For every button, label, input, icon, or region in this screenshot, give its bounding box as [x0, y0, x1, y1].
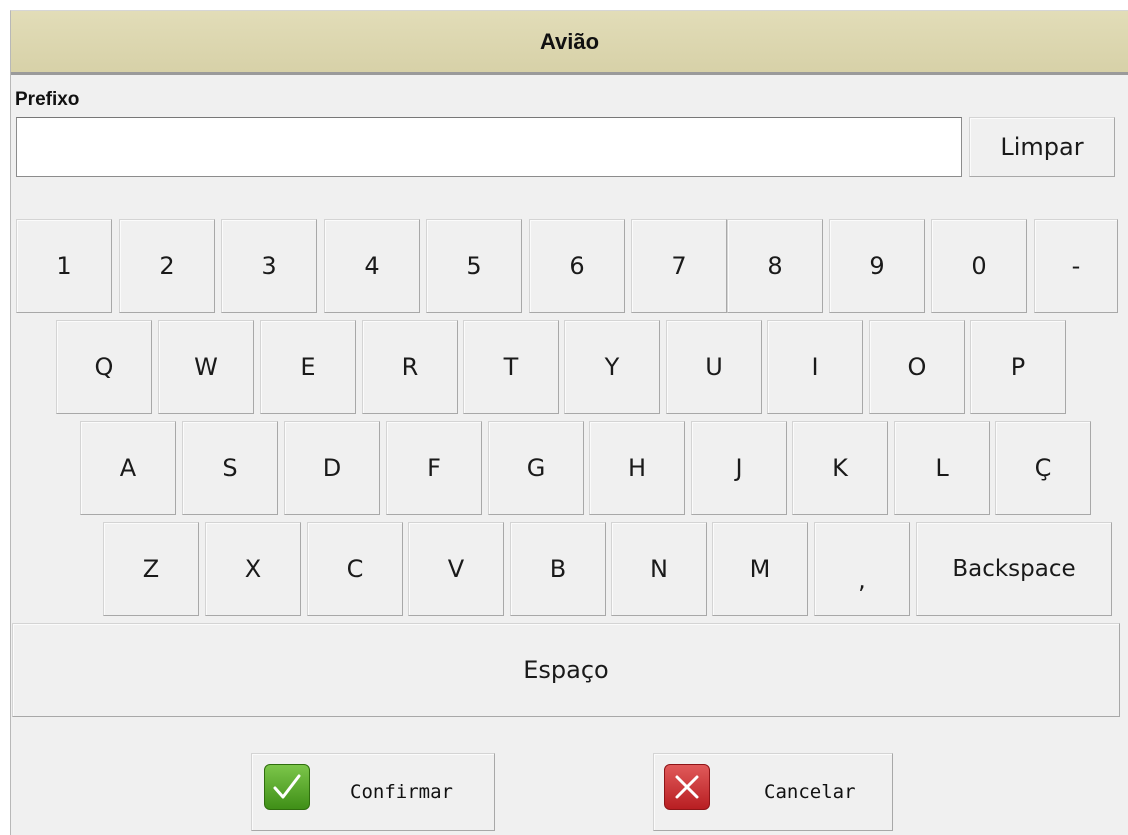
key-x[interactable]: X [205, 522, 301, 616]
key-6[interactable]: 6 [529, 219, 625, 313]
prefix-input[interactable] [16, 117, 962, 177]
key-2[interactable]: 2 [119, 219, 215, 313]
key-0[interactable]: 0 [931, 219, 1027, 313]
space-key[interactable]: Espaço [12, 623, 1120, 717]
key-3[interactable]: 3 [221, 219, 317, 313]
key-j[interactable]: J [691, 421, 787, 515]
key-h[interactable]: H [589, 421, 685, 515]
key-p[interactable]: P [970, 320, 1066, 414]
cancel-button[interactable]: Cancelar [653, 753, 893, 831]
confirm-label: Confirmar [350, 781, 453, 803]
key-4[interactable]: 4 [324, 219, 420, 313]
key-1[interactable]: 1 [16, 219, 112, 313]
x-icon [664, 764, 710, 810]
key-g[interactable]: G [488, 421, 584, 515]
key-y[interactable]: Y [564, 320, 660, 414]
title-bar: Avião [11, 11, 1128, 75]
clear-button[interactable]: Limpar [969, 117, 1115, 177]
key-c[interactable]: C [307, 522, 403, 616]
confirm-button[interactable]: Confirmar [251, 753, 495, 831]
key-b[interactable]: B [510, 522, 606, 616]
key-a[interactable]: A [80, 421, 176, 515]
prefix-label: Prefixo [15, 89, 80, 110]
checkmark-icon [264, 764, 310, 810]
key-s[interactable]: S [182, 421, 278, 515]
backspace-key[interactable]: Backspace [916, 522, 1112, 616]
key-dash[interactable]: - [1034, 219, 1118, 313]
key-v[interactable]: V [408, 522, 504, 616]
dialog-window: Avião Prefixo Limpar 1 2 3 4 5 6 7 8 9 0… [10, 10, 1128, 835]
key-8[interactable]: 8 [727, 219, 823, 313]
key-c-cedilla[interactable]: Ç [995, 421, 1091, 515]
key-n[interactable]: N [611, 522, 707, 616]
key-z[interactable]: Z [103, 522, 199, 616]
key-d[interactable]: D [284, 421, 380, 515]
key-q[interactable]: Q [56, 320, 152, 414]
key-o[interactable]: O [869, 320, 965, 414]
key-i[interactable]: I [767, 320, 863, 414]
key-k[interactable]: K [792, 421, 888, 515]
key-l[interactable]: L [894, 421, 990, 515]
key-5[interactable]: 5 [426, 219, 522, 313]
cancel-label: Cancelar [764, 781, 856, 803]
key-7[interactable]: 7 [631, 219, 727, 313]
key-m[interactable]: M [712, 522, 808, 616]
key-9[interactable]: 9 [829, 219, 925, 313]
window-title: Avião [539, 28, 600, 54]
key-u[interactable]: U [666, 320, 762, 414]
key-w[interactable]: W [158, 320, 254, 414]
key-e[interactable]: E [260, 320, 356, 414]
key-f[interactable]: F [386, 421, 482, 515]
key-r[interactable]: R [362, 320, 458, 414]
key-t[interactable]: T [463, 320, 559, 414]
key-comma[interactable]: , [814, 522, 910, 616]
